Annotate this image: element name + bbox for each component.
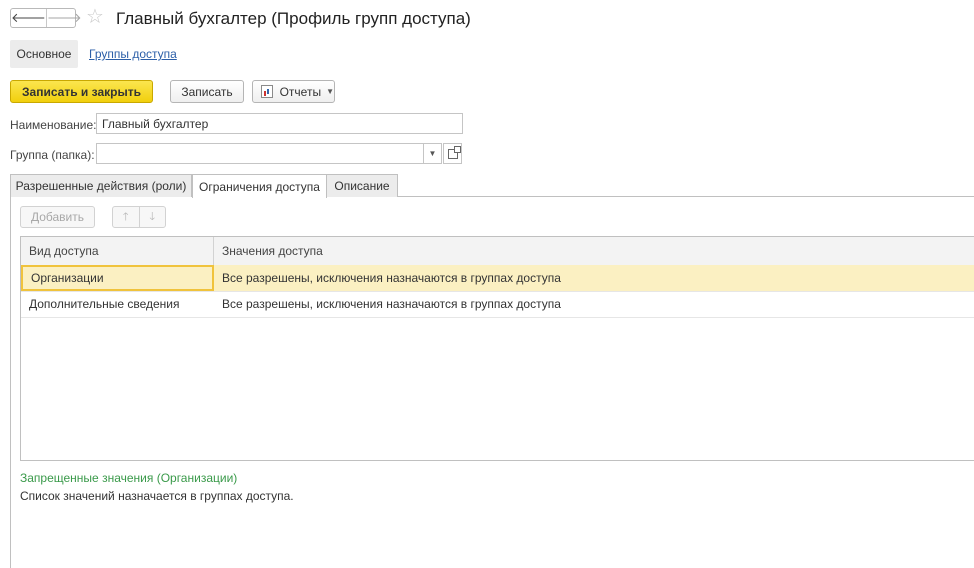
move-down-button[interactable]: 🡓 <box>138 207 166 227</box>
table-row[interactable]: Дополнительные сведения Все разрешены, и… <box>21 291 974 318</box>
arrow-left-icon: 🡐 <box>11 10 46 25</box>
page-title: Главный бухгалтер (Профиль групп доступа… <box>116 9 471 28</box>
cell-access-type[interactable]: Дополнительные сведения <box>21 291 214 317</box>
tab-access-restrictions[interactable]: Ограничения доступа <box>192 174 327 198</box>
section-main[interactable]: Основное <box>10 40 78 68</box>
arrow-right-icon: 🡒 <box>46 10 82 25</box>
section-access-groups-link[interactable]: Группы доступа <box>89 47 177 61</box>
arrow-down-icon: 🡓 <box>149 210 156 223</box>
panel-left-border <box>10 196 11 568</box>
forbidden-values-text: Список значений назначается в группах до… <box>20 489 294 503</box>
cell-access-value[interactable]: Все разрешены, исключения назначаются в … <box>214 291 561 317</box>
save-and-close-button[interactable]: Записать и закрыть <box>10 80 153 103</box>
group-label: Группа (папка): <box>10 148 95 162</box>
reports-button[interactable]: Отчеты ▼ <box>252 80 335 103</box>
forward-button[interactable]: 🡒 <box>45 9 82 27</box>
add-button[interactable]: Добавить <box>20 206 95 228</box>
group-input[interactable] <box>96 143 424 164</box>
tab-description[interactable]: Описание <box>326 174 398 197</box>
forbidden-values-title: Запрещенные значения (Организации) <box>20 471 238 485</box>
tab-allowed-actions[interactable]: Разрешенные действия (роли) <box>10 174 192 197</box>
arrow-up-icon: 🡑 <box>122 210 129 223</box>
column-header-access-type[interactable]: Вид доступа <box>21 237 214 265</box>
report-chart-icon <box>261 85 273 98</box>
table-row[interactable]: Организации Все разрешены, исключения на… <box>21 265 974 292</box>
move-up-button[interactable]: 🡑 <box>113 207 139 227</box>
back-button[interactable]: 🡐 <box>11 9 46 27</box>
name-label: Наименование: <box>10 118 97 132</box>
open-window-icon <box>447 145 461 159</box>
chevron-down-icon: ▼ <box>326 87 334 96</box>
table-header: Вид доступа Значения доступа <box>21 237 974 266</box>
navigation-buttons: 🡐 🡒 <box>10 8 82 28</box>
reports-label: Отчеты <box>279 84 322 99</box>
column-header-access-values[interactable]: Значения доступа <box>214 237 974 265</box>
group-open-button[interactable] <box>443 143 462 164</box>
save-button[interactable]: Записать <box>170 80 244 103</box>
star-icon[interactable]: ☆ <box>86 6 104 28</box>
group-dropdown-button[interactable]: ▼ <box>423 143 442 164</box>
access-types-table: Вид доступа Значения доступа Организации… <box>20 236 974 461</box>
chevron-down-icon: ▼ <box>428 149 437 158</box>
cell-access-value[interactable]: Все разрешены, исключения назначаются в … <box>214 265 561 291</box>
name-input[interactable]: Главный бухгалтер <box>96 113 463 134</box>
cell-access-type[interactable]: Организации <box>21 265 214 291</box>
move-buttons: 🡑 🡓 <box>112 206 166 228</box>
